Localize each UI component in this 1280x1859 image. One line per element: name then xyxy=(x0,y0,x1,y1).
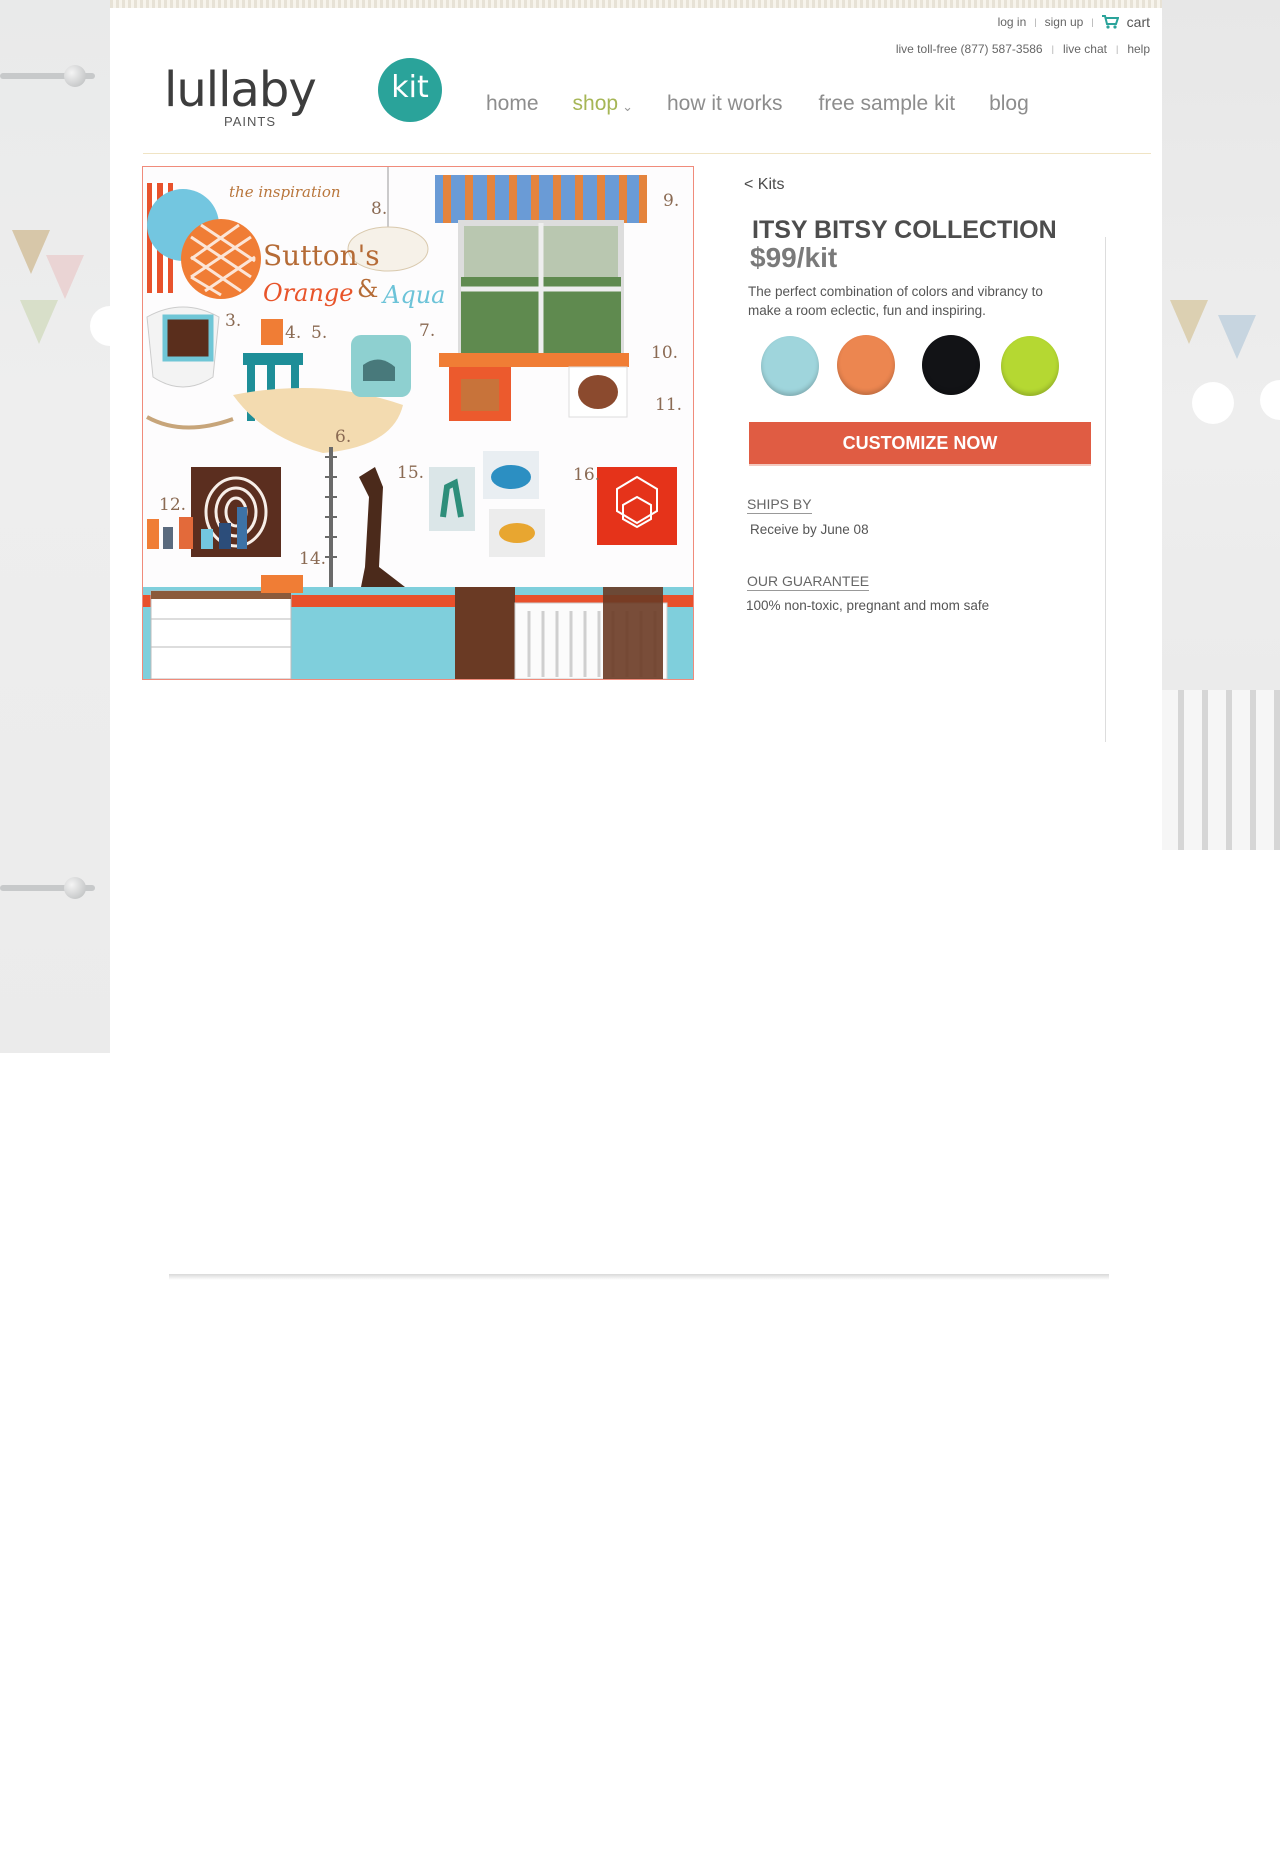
live-chat-link[interactable]: live chat xyxy=(1063,42,1107,56)
separator: | xyxy=(1034,17,1037,27)
top-stripe xyxy=(110,0,1162,8)
nav-home[interactable]: home xyxy=(486,92,539,116)
logo-subtitle: PAINTS xyxy=(224,114,276,129)
separator: | xyxy=(1051,44,1054,54)
product-price: $99/kit xyxy=(750,242,838,273)
bunting-flag xyxy=(1170,300,1208,344)
bunting-flag xyxy=(1218,315,1256,359)
color-swatch-lime[interactable] xyxy=(1001,336,1059,396)
background-photo-right xyxy=(1160,0,1280,850)
color-swatch-orange[interactable] xyxy=(837,335,895,395)
nav-shop-wrapper: shop ⌄ xyxy=(573,92,633,116)
cart-link[interactable]: cart xyxy=(1127,14,1150,30)
site-logo[interactable]: lullaby PAINTS kit xyxy=(164,56,442,136)
moodboard-title: Sutton's xyxy=(263,239,380,272)
moodboard-number: 12. xyxy=(159,495,187,515)
moodboard-number: 11. xyxy=(655,395,683,415)
guarantee-text: 100% non-toxic, pregnant and mom safe xyxy=(746,598,990,613)
back-to-kits-link[interactable]: < Kits xyxy=(744,176,784,194)
color-swatch-aqua[interactable] xyxy=(761,336,819,396)
moodboard-number: 5. xyxy=(311,323,328,343)
moodboard-ampersand: & xyxy=(357,275,379,303)
moodboard-number: 7. xyxy=(419,321,436,341)
logo-kit-badge: kit xyxy=(378,58,442,122)
column-divider xyxy=(1105,237,1106,742)
guarantee-heading: OUR GUARANTEE xyxy=(747,573,870,591)
background-photo-left xyxy=(0,0,130,1053)
content-bottom-shadow xyxy=(169,1274,1109,1280)
photo-highlight xyxy=(1260,380,1280,420)
moodboard-caption: the inspiration xyxy=(229,183,341,201)
bunting-flag xyxy=(20,300,58,344)
moodboard-title-orange: Orange xyxy=(263,279,354,307)
main-nav: home shop ⌄ how it works free sample kit… xyxy=(486,92,1065,116)
help-link[interactable]: help xyxy=(1127,42,1150,56)
product-description: The perfect combination of colors and vi… xyxy=(748,284,1043,318)
header-divider xyxy=(143,153,1151,154)
moodboard-number: 15. xyxy=(397,463,425,483)
photo-highlight xyxy=(1192,382,1234,424)
rod-finial xyxy=(64,65,86,87)
color-swatch-black[interactable] xyxy=(922,335,980,395)
separator: | xyxy=(1091,17,1094,27)
nav-blog[interactable]: blog xyxy=(989,92,1029,116)
moodboard-number: 3. xyxy=(225,311,242,331)
moodboard-number: 16. xyxy=(573,465,601,485)
nav-how-it-works[interactable]: how it works xyxy=(667,92,783,116)
chevron-down-icon[interactable]: ⌄ xyxy=(622,99,633,115)
utility-links: log in | sign up | cart xyxy=(998,14,1150,30)
moodboard-number: 6. xyxy=(335,427,352,447)
moodboard-title-aqua: Aqua xyxy=(383,281,446,309)
nav-free-sample-kit[interactable]: free sample kit xyxy=(819,92,956,116)
moodboard-number: 9. xyxy=(663,191,680,211)
moodboard-illustration xyxy=(143,167,693,679)
crib-rails-photo xyxy=(1160,690,1280,850)
log-in-link[interactable]: log in xyxy=(998,15,1027,29)
bunting-flag xyxy=(12,230,50,274)
ships-by-text: Receive by June 08 xyxy=(750,522,869,537)
sign-up-link[interactable]: sign up xyxy=(1045,15,1084,29)
product-moodboard-image: the inspiration Sutton's Orange & Aqua 3… xyxy=(142,166,694,680)
moodboard-number: 10. xyxy=(651,343,679,363)
main-container: log in | sign up | cart live toll-free (… xyxy=(110,0,1162,1300)
product-title: ITSY BITSY COLLECTION xyxy=(752,216,1057,244)
cart-icon[interactable] xyxy=(1101,15,1119,29)
nav-shop[interactable]: shop xyxy=(573,92,619,116)
contact-links: live toll-free (877) 587-3586 | live cha… xyxy=(896,42,1150,56)
moodboard-number: 8. xyxy=(371,199,388,219)
moodboard-number: 14. xyxy=(299,549,327,569)
ships-by-heading: SHIPS BY xyxy=(747,496,812,514)
customize-now-button[interactable]: CUSTOMIZE NOW xyxy=(749,422,1091,464)
logo-wordmark: lullaby xyxy=(164,62,317,118)
rod-finial xyxy=(64,877,86,899)
moodboard-number: 4. xyxy=(285,323,302,343)
separator: | xyxy=(1115,44,1119,54)
toll-free-number[interactable]: live toll-free (877) 587-3586 xyxy=(896,42,1043,56)
bunting-flag xyxy=(46,255,84,299)
